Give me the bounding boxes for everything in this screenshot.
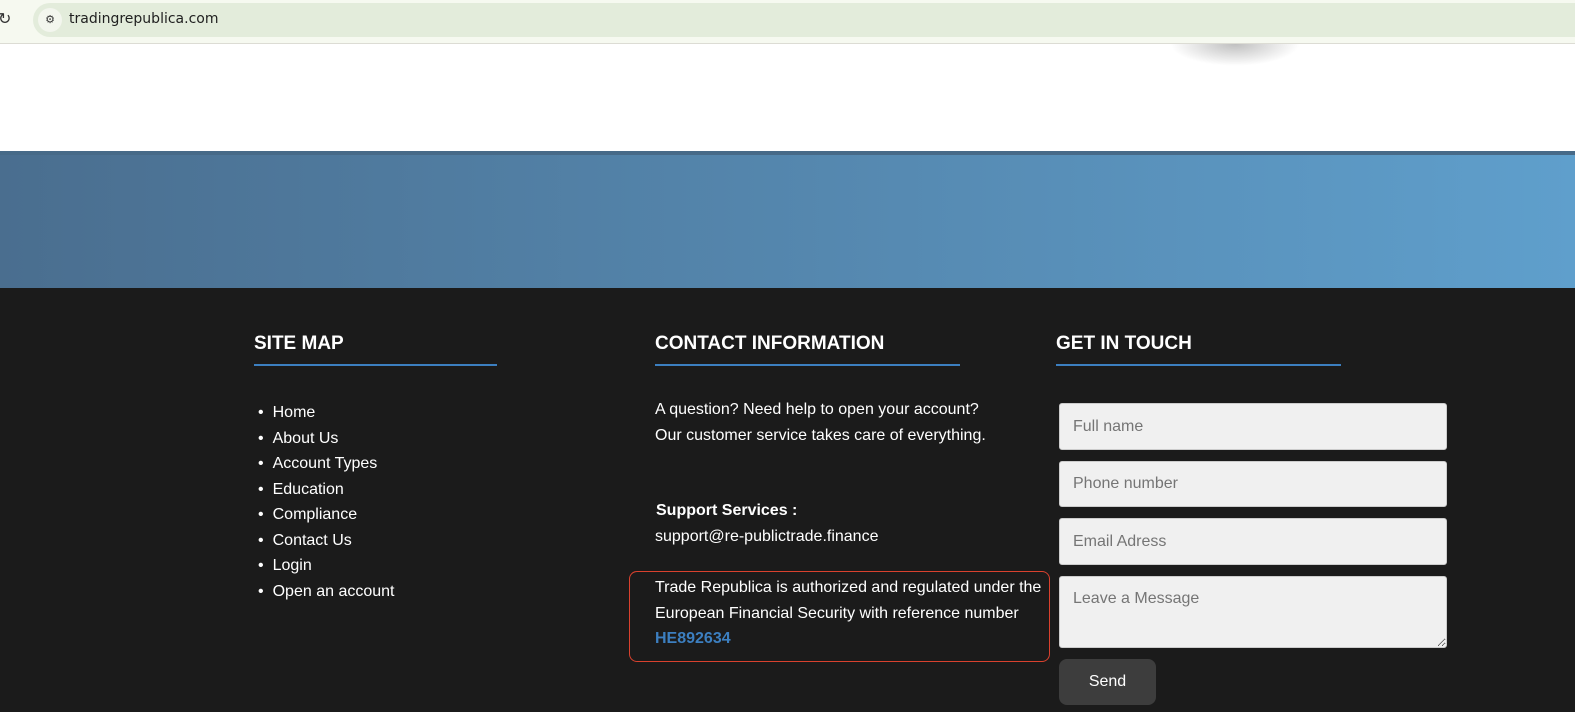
- blue-banner: [0, 151, 1575, 288]
- phone-input[interactable]: [1059, 461, 1447, 507]
- nav-link-about[interactable]: About Us: [258, 426, 394, 452]
- url-text[interactable]: tradingrepublica.com: [69, 11, 218, 27]
- get-in-touch-heading: GET IN TOUCH: [1056, 333, 1192, 354]
- support-label: Support Services :: [656, 502, 798, 519]
- contact-heading: CONTACT INFORMATION: [655, 333, 885, 354]
- email-input[interactable]: [1059, 518, 1447, 565]
- browser-toolbar: ↻ ⚙ tradingrepublica.com: [0, 0, 1575, 44]
- contact-intro-1: A question? Need help to open your accou…: [655, 401, 979, 418]
- nav-link-open-account[interactable]: Open an account: [258, 579, 395, 605]
- send-button[interactable]: Send: [1059, 659, 1156, 705]
- nav-link-account-types[interactable]: Account Types: [258, 451, 394, 477]
- address-bar[interactable]: [33, 3, 1575, 37]
- nav-link-education[interactable]: Education: [258, 477, 394, 503]
- heading-underline: [655, 364, 960, 366]
- nav-link-contact[interactable]: Contact Us: [258, 528, 394, 554]
- site-map-heading: SITE MAP: [254, 333, 344, 354]
- regulation-text-1: Trade Republica is authorized and regula…: [655, 579, 1042, 596]
- full-name-input[interactable]: [1059, 403, 1447, 450]
- heading-underline: [254, 364, 497, 366]
- heading-underline: [1056, 364, 1341, 366]
- site-map-list: Home About Us Account Types Education Co…: [258, 400, 395, 605]
- contact-intro-2: Our customer service takes care of every…: [655, 427, 986, 444]
- nav-link-home[interactable]: Home: [258, 400, 394, 426]
- footer: SITE MAP Home About Us Account Types Edu…: [0, 288, 1575, 712]
- support-email[interactable]: support@re-publictrade.finance: [655, 524, 878, 550]
- nav-link-compliance[interactable]: Compliance: [258, 502, 394, 528]
- regulation-text-2: European Financial Security with referen…: [655, 605, 1019, 622]
- message-textarea[interactable]: [1059, 576, 1447, 648]
- site-settings-icon[interactable]: ⚙: [38, 8, 62, 32]
- nav-link-login[interactable]: Login: [258, 553, 394, 579]
- decorative-shadow: [1170, 44, 1300, 66]
- regulation-number: HE892634: [655, 630, 731, 647]
- reload-icon[interactable]: ↻: [0, 9, 11, 29]
